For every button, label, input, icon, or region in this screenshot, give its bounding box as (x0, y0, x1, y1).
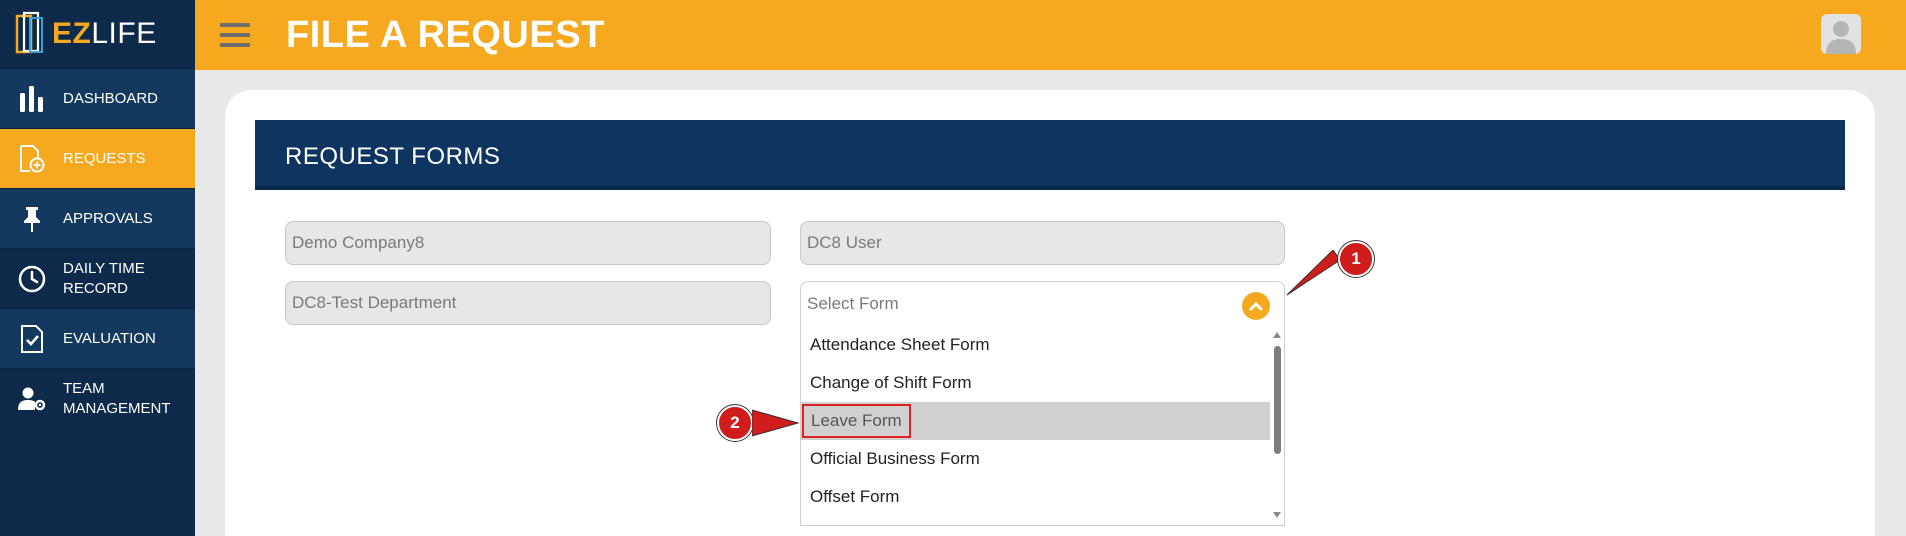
option-leave-form[interactable]: Leave Form (801, 402, 1270, 440)
dropdown-scrollbar[interactable] (1272, 328, 1282, 522)
logo-text: EZLIFE (52, 17, 157, 50)
hamburger-menu-icon[interactable] (220, 23, 250, 47)
scroll-down-icon[interactable] (1273, 512, 1281, 518)
scroll-up-icon[interactable] (1273, 332, 1281, 338)
user-gear-icon (17, 387, 45, 410)
sidebar-item-label: DAILY TIME RECORD (63, 259, 145, 297)
sidebar: EZLIFE DASHBOARD REQUESTS APPROVALS DAIL… (0, 0, 195, 536)
sidebar-item-team-management[interactable]: TEAM MANAGEMENT (0, 368, 195, 428)
option-official-business-form[interactable]: Official Business Form (801, 440, 1270, 478)
option-offset-form[interactable]: Offset Form (801, 478, 1270, 516)
document-add-icon (19, 144, 44, 172)
sidebar-item-label: REQUESTS (63, 149, 146, 167)
user-avatar[interactable] (1821, 14, 1861, 54)
sidebar-item-label: EVALUATION (63, 329, 156, 347)
callout-badge-1: 1 (1338, 241, 1374, 277)
select-placeholder: Select Form (807, 294, 899, 313)
logo[interactable]: EZLIFE (0, 0, 195, 68)
sidebar-item-label: TEAM MANAGEMENT (63, 379, 171, 417)
callout-badge-2: 2 (717, 405, 753, 441)
chevron-up-icon[interactable] (1242, 292, 1270, 320)
pin-icon (23, 206, 40, 232)
sidebar-item-approvals[interactable]: APPROVALS (0, 188, 195, 248)
callout-arrow-2 (752, 409, 800, 437)
user-field[interactable]: DC8 User (800, 221, 1285, 265)
sidebar-item-label: DASHBOARD (63, 89, 159, 107)
checklist-icon (20, 324, 43, 353)
callout-arrow-1 (1286, 250, 1341, 296)
logo-mark-icon (15, 11, 43, 54)
scroll-thumb[interactable] (1274, 346, 1281, 454)
section-title: REQUEST FORMS (285, 143, 501, 170)
sidebar-item-label: APPROVALS (63, 209, 153, 227)
sidebar-item-daily-time-record[interactable]: DAILY TIME RECORD (0, 248, 195, 308)
bar-chart-icon (19, 85, 43, 112)
page-title: FILE A REQUEST (286, 13, 605, 56)
sidebar-item-evaluation[interactable]: EVALUATION (0, 308, 195, 368)
highlight-box: Leave Form (802, 404, 911, 438)
department-field[interactable]: DC8-Test Department (285, 281, 771, 325)
section-header: REQUEST FORMS (255, 120, 1845, 190)
option-change-of-shift-form[interactable]: Change of Shift Form (801, 364, 1270, 402)
form-select[interactable]: Select Form (800, 281, 1285, 327)
option-attendance-sheet-form[interactable]: Attendance Sheet Form (801, 326, 1270, 364)
sidebar-item-requests[interactable]: REQUESTS (0, 128, 195, 188)
company-field[interactable]: Demo Company8 (285, 221, 771, 265)
user-icon (1826, 21, 1856, 54)
top-header: FILE A REQUEST (195, 0, 1906, 70)
form-dropdown-list: Attendance Sheet Form Change of Shift Fo… (800, 326, 1285, 526)
sidebar-item-dashboard[interactable]: DASHBOARD (0, 68, 195, 128)
clock-icon (18, 265, 45, 292)
